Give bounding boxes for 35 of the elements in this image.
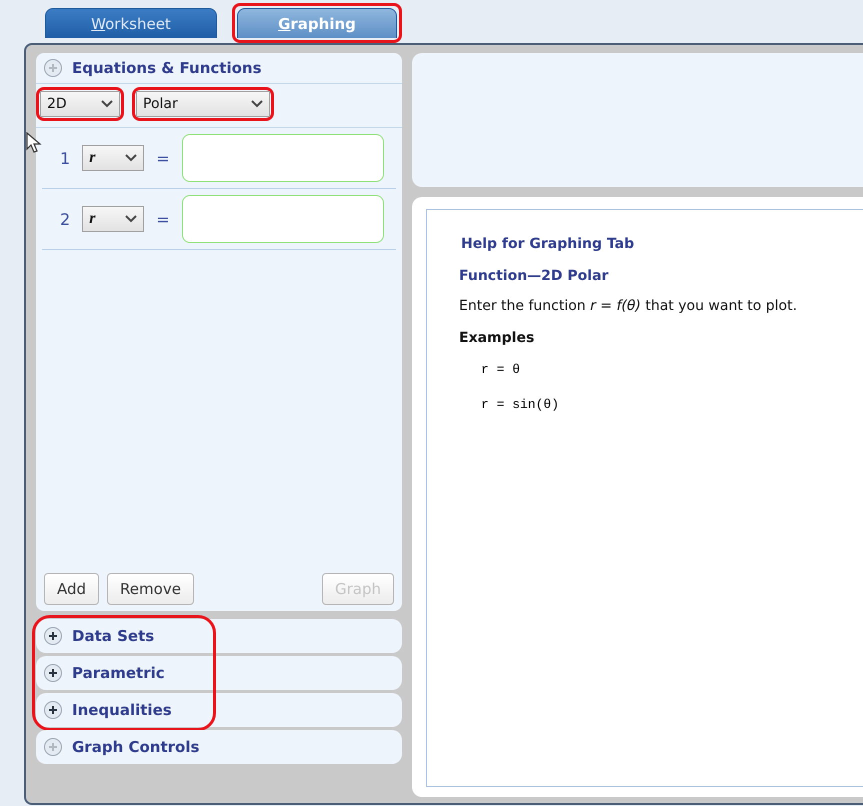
tab[interactable]: Worksheet (45, 8, 217, 38)
variable-dropdown[interactable]: r (82, 145, 144, 171)
equals-sign: = (156, 148, 170, 168)
row-number: 1 (60, 148, 70, 168)
chevron-down-icon (125, 215, 138, 223)
section-title: Inequalities (72, 701, 172, 719)
chevron-down-icon (251, 100, 263, 108)
mouse-pointer-icon (26, 132, 42, 154)
section-title: Data Sets (72, 627, 154, 645)
collapsed-section[interactable]: Parametric (36, 656, 402, 690)
equation-input-field[interactable] (182, 195, 384, 243)
section-title: Equations & Functions (72, 59, 262, 77)
action-button[interactable]: Remove (107, 573, 194, 605)
example-code: r = θ (481, 362, 522, 377)
help-title: Help for Graphing Tab (461, 236, 636, 252)
plus-icon[interactable] (44, 627, 62, 645)
row-number: 2 (60, 210, 70, 228)
mode-dropdown[interactable]: Polar (136, 91, 270, 117)
action-button[interactable]: Add (44, 573, 100, 605)
example-code: r = sin(θ) (481, 397, 560, 412)
dimension-dropdown[interactable]: 2D (40, 91, 120, 117)
equals-sign: = (156, 210, 170, 228)
help-text: Enter the function r = f(θ) that you want to plot. (459, 298, 798, 314)
collapsed-section[interactable]: Data Sets (36, 619, 402, 653)
collapsed-section[interactable]: Inequalities (36, 693, 402, 727)
chevron-down-icon (101, 100, 113, 108)
equation-input-field[interactable] (182, 134, 384, 182)
plus-icon[interactable] (44, 664, 62, 682)
plus-icon[interactable] (44, 701, 62, 719)
examples-heading: Examples (459, 330, 536, 346)
help-subtitle: Function—2D Polar (459, 268, 610, 284)
section-title: Graph Controls (72, 738, 200, 756)
chevron-down-icon (125, 154, 138, 162)
section-title: Parametric (72, 664, 165, 682)
variable-dropdown[interactable]: r (82, 206, 144, 232)
